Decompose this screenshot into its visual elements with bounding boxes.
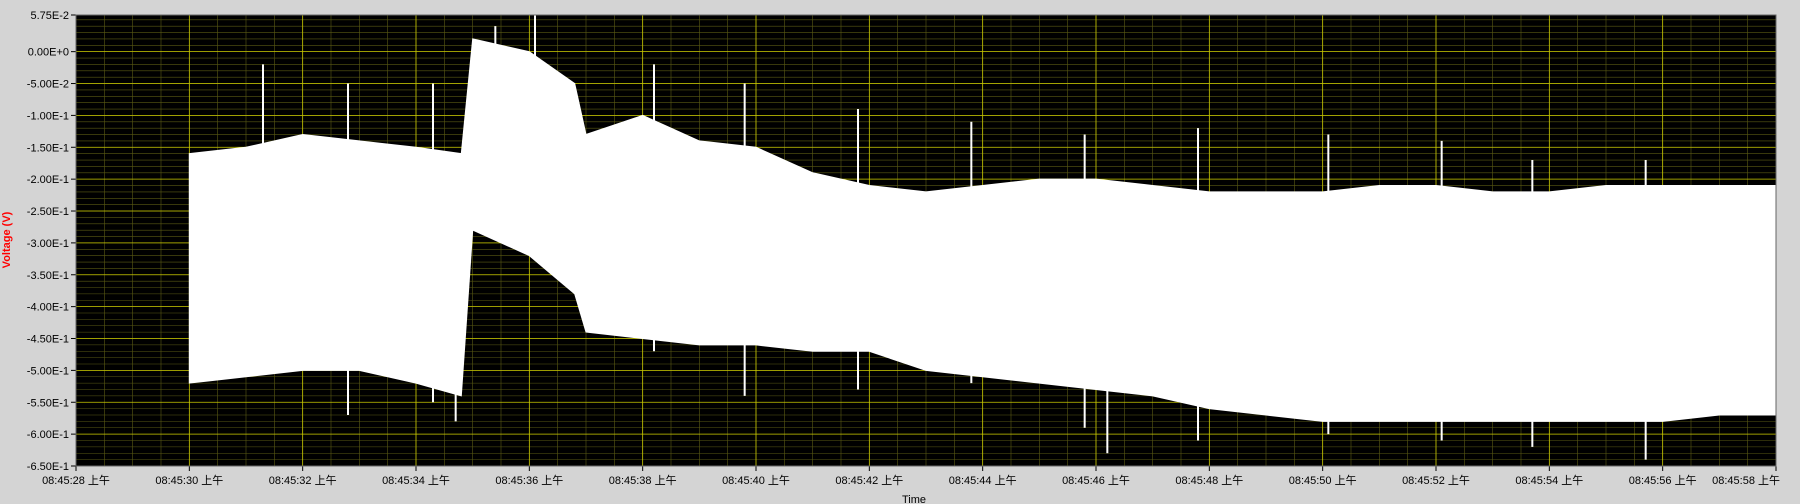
y-tick-label: 5.75E-2 [30,10,69,22]
y-tick-label: -5.50E-1 [27,397,69,409]
x-tick-label: 08:45:28 上午 [42,474,110,487]
x-tick-label: 08:45:50 上午 [1289,474,1357,487]
x-tick-label: 08:45:52 上午 [1402,474,1470,487]
x-tick-label: 08:45:30 上午 [155,474,223,487]
x-tick-label: 08:45:34 上午 [382,474,450,487]
y-tick-label: -2.50E-1 [27,206,69,218]
y-axis-ticks: 5.75E-2 0.00E+0 -5.00E-2 -1.00E-1 -1.50E-1 -2… [27,10,76,473]
y-tick-label: -3.00E-1 [27,238,69,250]
chart-container: 5.75E-2 0.00E+0 -5.00E-2 -1.00E-1 -1.50E-1 -2… [0,0,1800,504]
y-tick-label: -3.50E-1 [27,270,69,282]
y-tick-label: -5.00E-1 [27,365,69,377]
y-axis-label: Voltage (V) [1,211,13,268]
x-tick-label: 08:45:46 上午 [1062,474,1130,487]
x-tick-label: 08:45:56 上午 [1629,474,1697,487]
y-tick-label: -6.00E-1 [27,429,69,441]
y-tick-label: -1.00E-1 [27,110,69,122]
x-tick-label: 08:45:58 上午 [1712,474,1780,487]
y-tick-label: -5.00E-2 [27,79,69,91]
x-tick-label: 08:45:42 上午 [835,474,903,487]
y-tick-label: -4.00E-1 [27,302,69,314]
y-tick-label: -6.50E-1 [27,461,69,473]
x-tick-label: 08:45:40 上午 [722,474,790,487]
y-tick-label: 0.00E+0 [28,47,69,59]
x-tick-label: 08:45:36 上午 [495,474,563,487]
x-axis-label: Time [902,494,926,504]
x-tick-label: 08:45:48 上午 [1175,474,1243,487]
y-tick-label: -2.00E-1 [27,174,69,186]
y-tick-label: -4.50E-1 [27,334,69,346]
x-tick-label: 08:45:54 上午 [1515,474,1583,487]
x-tick-label: 08:45:38 上午 [609,474,677,487]
x-tick-label: 08:45:32 上午 [269,474,337,487]
x-tick-label: 08:45:44 上午 [949,474,1017,487]
y-tick-label: -1.50E-1 [27,142,69,154]
waveform-chart: 5.75E-2 0.00E+0 -5.00E-2 -1.00E-1 -1.50E-1 -2… [0,0,1800,504]
